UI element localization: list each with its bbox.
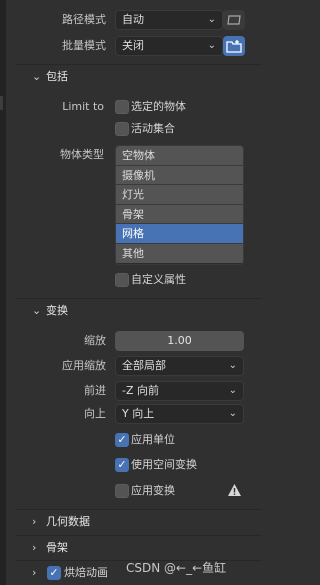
path-mode-toggle-button[interactable] xyxy=(223,10,245,30)
left-edge-bar xyxy=(0,0,6,585)
path-mode-label: 路径模式 xyxy=(62,13,106,26)
apply-unit-label: 应用单位 xyxy=(131,433,175,446)
chevron-right-icon: › xyxy=(32,541,37,554)
geometry-section-title: 几何数据 xyxy=(46,515,90,528)
object-types-list: 空物体 摄像机 灯光 骨架 网格 其他 xyxy=(115,145,244,265)
include-section-title: 包括 xyxy=(46,70,68,83)
batch-own-dir-button[interactable] xyxy=(223,36,245,56)
chevron-down-icon: ⌄ xyxy=(207,40,216,51)
object-types-label: 物体类型 xyxy=(60,148,104,161)
path-mode-value: 自动 xyxy=(122,13,144,26)
geometry-section-header[interactable]: › 几何数据 xyxy=(32,511,232,533)
checkmark-icon: ✓ xyxy=(117,433,127,446)
active-collection-label: 活动集合 xyxy=(131,122,175,135)
batch-mode-value: 关闭 xyxy=(122,39,144,52)
left-edge-marker xyxy=(0,96,3,110)
active-collection-checkbox[interactable] xyxy=(115,122,129,136)
up-label: 向上 xyxy=(84,407,106,420)
warning-icon xyxy=(228,484,241,496)
apply-unit-checkbox[interactable]: ✓ xyxy=(115,433,129,447)
divider xyxy=(16,298,262,299)
apply-scale-label: 应用缩放 xyxy=(62,359,106,372)
custom-properties-checkbox[interactable] xyxy=(115,273,129,287)
include-section-header[interactable]: ⌄ 包括 xyxy=(32,66,232,88)
chevron-down-icon: ⌄ xyxy=(228,360,237,371)
chevron-down-icon: ⌄ xyxy=(32,70,42,83)
object-type-armature[interactable]: 骨架 xyxy=(116,204,243,224)
scale-label: 缩放 xyxy=(84,334,106,347)
object-type-other[interactable]: 其他 xyxy=(116,243,243,263)
up-select[interactable]: Y 向上 ⌄ xyxy=(115,404,244,424)
apply-transform-label: 应用变换 xyxy=(131,484,175,497)
forward-select[interactable]: -Z 向前 ⌄ xyxy=(115,381,244,401)
selected-objects-checkbox[interactable] xyxy=(115,100,129,114)
watermark-text: CSDN @←_←鱼缸 xyxy=(126,561,227,575)
armature-section-title: 骨架 xyxy=(46,541,68,554)
apply-transform-checkbox[interactable] xyxy=(115,484,129,498)
divider xyxy=(16,535,262,536)
chevron-down-icon: ⌄ xyxy=(228,385,237,396)
batch-mode-select[interactable]: 关闭 ⌄ xyxy=(115,36,223,56)
checkmark-icon: ✓ xyxy=(49,566,59,579)
chevron-right-icon: › xyxy=(32,566,37,579)
use-space-transform-checkbox[interactable]: ✓ xyxy=(115,458,129,472)
forward-value: -Z 向前 xyxy=(122,384,160,397)
up-value: Y 向上 xyxy=(122,407,155,420)
path-mode-select[interactable]: 自动 ⌄ xyxy=(115,10,223,30)
limit-to-label: Limit to xyxy=(62,100,104,113)
custom-properties-label: 自定义属性 xyxy=(131,273,186,286)
use-space-transform-label: 使用空间变换 xyxy=(131,458,197,471)
folder-add-icon xyxy=(226,40,242,53)
chevron-right-icon: › xyxy=(32,515,37,528)
apply-scale-select[interactable]: 全部局部 ⌄ xyxy=(115,356,244,376)
transform-section-header[interactable]: ⌄ 变换 xyxy=(32,300,232,322)
bake-animation-label: 烘焙动画 xyxy=(64,566,108,579)
forward-label: 前进 xyxy=(84,384,106,397)
divider xyxy=(16,509,262,510)
object-type-camera[interactable]: 摄像机 xyxy=(116,165,243,185)
selected-objects-label: 选定的物体 xyxy=(131,100,186,113)
scale-field[interactable]: 1.00 xyxy=(115,331,244,351)
bake-animation-checkbox[interactable]: ✓ xyxy=(47,566,61,580)
transform-section-title: 变换 xyxy=(46,304,68,317)
armature-section-header[interactable]: › 骨架 xyxy=(32,537,232,559)
batch-mode-label: 批量模式 xyxy=(62,39,106,52)
chevron-down-icon: ⌄ xyxy=(207,14,216,25)
apply-scale-value: 全部局部 xyxy=(122,359,166,372)
object-type-mesh[interactable]: 网格 xyxy=(116,224,243,244)
object-type-light[interactable]: 灯光 xyxy=(116,185,243,205)
divider xyxy=(16,64,262,65)
chevron-down-icon: ⌄ xyxy=(228,408,237,419)
embed-textures-icon xyxy=(227,15,241,25)
checkmark-icon: ✓ xyxy=(117,458,127,471)
chevron-down-icon: ⌄ xyxy=(32,304,42,317)
object-type-empty[interactable]: 空物体 xyxy=(116,146,243,166)
